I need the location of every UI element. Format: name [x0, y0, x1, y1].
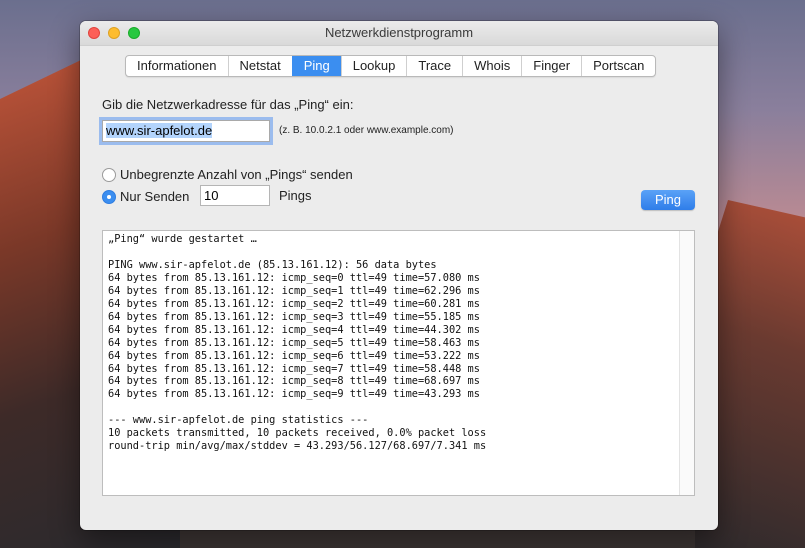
output-line: „Ping“ wurde gestartet … [108, 233, 257, 245]
tab-trace[interactable]: Trace [406, 56, 462, 76]
window-title: Netzwerkdienstprogramm [324, 25, 474, 40]
radio-unlimited-label: Unbegrenzte Anzahl von „Pings“ senden [120, 167, 353, 182]
output-line: 64 bytes from 85.13.161.12: icmp_seq=2 t… [108, 297, 480, 310]
output-line: 64 bytes from 85.13.161.12: icmp_seq=0 t… [108, 271, 480, 284]
radio-only-send-indicator[interactable] [102, 189, 116, 204]
output-line: 64 bytes from 85.13.161.12: icmp_seq=9 t… [108, 388, 480, 401]
output-scrollbar[interactable] [679, 231, 694, 495]
ping-count-input[interactable]: 10 [200, 185, 270, 206]
output-line: round-trip min/avg/max/stddev = 43.293/5… [108, 440, 487, 453]
output-line: --- www.sir-apfelot.de ping statistics -… [108, 414, 369, 427]
network-address-input[interactable]: www.sir-apfelot.de [102, 120, 270, 142]
radio-unlimited-pings[interactable]: Unbegrenzte Anzahl von „Pings“ senden [102, 167, 353, 182]
output-line: 64 bytes from 85.13.161.12: icmp_seq=6 t… [108, 349, 480, 362]
radio-only-send[interactable]: Nur Senden [102, 189, 189, 204]
tab-lookup[interactable]: Lookup [340, 56, 407, 76]
tab-ping[interactable]: Ping [291, 56, 341, 76]
tab-whois[interactable]: Whois [462, 56, 521, 76]
tab-finger[interactable]: Finger [521, 56, 581, 76]
ping-output-area[interactable]: „Ping“ wurde gestartet … PING www.sir-ap… [102, 230, 695, 496]
output-line: 64 bytes from 85.13.161.12: icmp_seq=4 t… [108, 323, 480, 336]
radio-unlimited-indicator[interactable] [102, 167, 116, 182]
address-hint: (z. B. 10.0.2.1 oder www.example.com) [279, 125, 454, 136]
output-line: PING www.sir-apfelot.de (85.13.161.12): … [108, 258, 437, 271]
output-line: 64 bytes from 85.13.161.12: icmp_seq=1 t… [108, 284, 480, 297]
pings-label: Pings [279, 188, 312, 203]
output-line: 64 bytes from 85.13.161.12: icmp_seq=7 t… [108, 362, 480, 375]
tab-netstat[interactable]: Netstat [227, 56, 292, 76]
output-line: 64 bytes from 85.13.161.12: icmp_seq=8 t… [108, 375, 480, 388]
output-line: 10 packets transmitted, 10 packets recei… [108, 427, 487, 440]
tab-portscan[interactable]: Portscan [581, 56, 655, 76]
network-utility-window: Netzwerkdienstprogramm Informationen Net… [80, 21, 718, 530]
address-prompt-label: Gib die Netzwerkadresse für das „Ping“ e… [102, 97, 354, 112]
output-line: 64 bytes from 85.13.161.12: icmp_seq=3 t… [108, 310, 480, 323]
output-line: 64 bytes from 85.13.161.12: icmp_seq=5 t… [108, 336, 480, 349]
ping-button[interactable]: Ping [641, 190, 695, 210]
title-bar[interactable]: Netzwerkdienstprogramm [80, 21, 718, 46]
tab-bar: Informationen Netstat Ping Lookup Trace … [125, 55, 657, 77]
tab-informationen[interactable]: Informationen [126, 56, 228, 76]
ping-output-text: „Ping“ wurde gestartet … PING www.sir-ap… [103, 231, 694, 455]
radio-only-send-label: Nur Senden [120, 189, 190, 204]
address-input-value: www.sir-apfelot.de [106, 123, 213, 138]
